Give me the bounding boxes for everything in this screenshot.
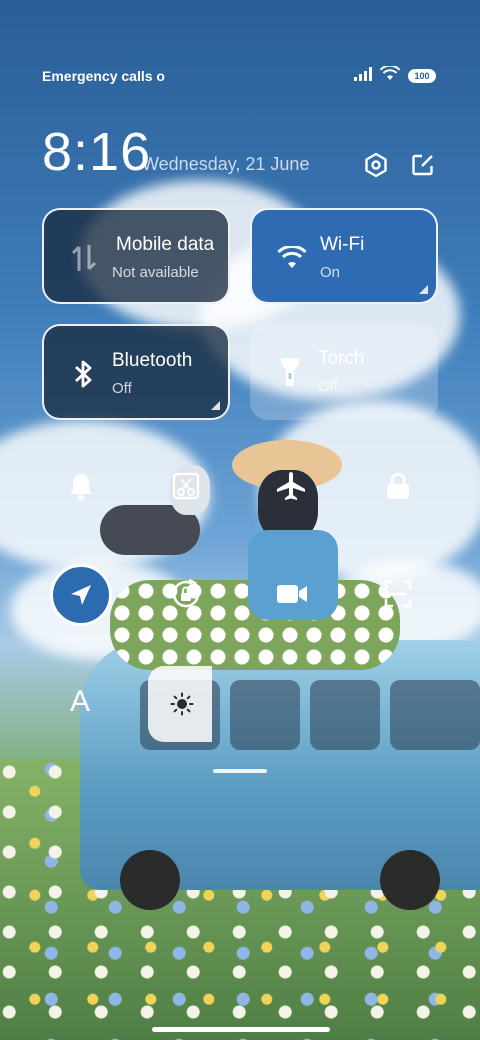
wifi-status: On xyxy=(320,264,341,281)
auto-rotate-icon[interactable] xyxy=(156,564,216,624)
mobile-data-status: Not available xyxy=(112,264,199,281)
sun-icon xyxy=(170,692,194,721)
mobile-data-label: Mobile data xyxy=(116,234,215,255)
wifi-label: Wi-Fi xyxy=(320,234,365,255)
home-indicator[interactable] xyxy=(152,1027,330,1032)
panel-drag-handle[interactable] xyxy=(213,769,267,773)
bluetooth-label: Bluetooth xyxy=(112,350,193,371)
wifi-tile[interactable]: Wi-Fi On xyxy=(250,208,438,304)
location-icon[interactable] xyxy=(50,564,112,626)
font-size-glyph: A xyxy=(69,685,90,718)
edit-icon[interactable] xyxy=(408,150,438,180)
bluetooth-icon xyxy=(66,356,102,392)
wifi-icon xyxy=(274,240,310,276)
date: Wednesday, 21 June xyxy=(142,154,310,174)
bell-icon[interactable] xyxy=(51,456,111,516)
battery-icon: 100 xyxy=(408,69,436,83)
expand-corner-icon[interactable] xyxy=(419,285,428,294)
mobile-data-icon xyxy=(66,240,102,276)
clock: 8:16 xyxy=(42,122,152,182)
wifi-icon xyxy=(379,64,401,86)
bluetooth-tile[interactable]: Bluetooth Off xyxy=(42,324,230,420)
torch-icon xyxy=(272,354,308,390)
font-size-icon[interactable]: A xyxy=(50,672,110,732)
video-icon[interactable] xyxy=(262,564,322,624)
carrier-text: Emergency calls o xyxy=(42,68,165,84)
expand-corner-icon[interactable] xyxy=(211,401,220,410)
bluetooth-status: Off xyxy=(112,380,132,397)
scan-icon[interactable] xyxy=(368,564,428,624)
airplane-icon[interactable] xyxy=(261,456,321,516)
lock-icon[interactable] xyxy=(368,456,428,516)
status-bar: Emergency calls o 100 xyxy=(0,62,480,90)
mobile-data-tile[interactable]: Mobile data Not available xyxy=(42,208,230,304)
screenshot-icon[interactable] xyxy=(156,456,216,516)
torch-label: Torch xyxy=(318,348,365,369)
brightness-slider[interactable] xyxy=(148,666,212,742)
signal-icon xyxy=(354,66,372,86)
torch-tile[interactable]: Torch Off xyxy=(250,324,438,420)
settings-icon[interactable] xyxy=(361,150,391,180)
torch-status: Off xyxy=(318,378,338,395)
